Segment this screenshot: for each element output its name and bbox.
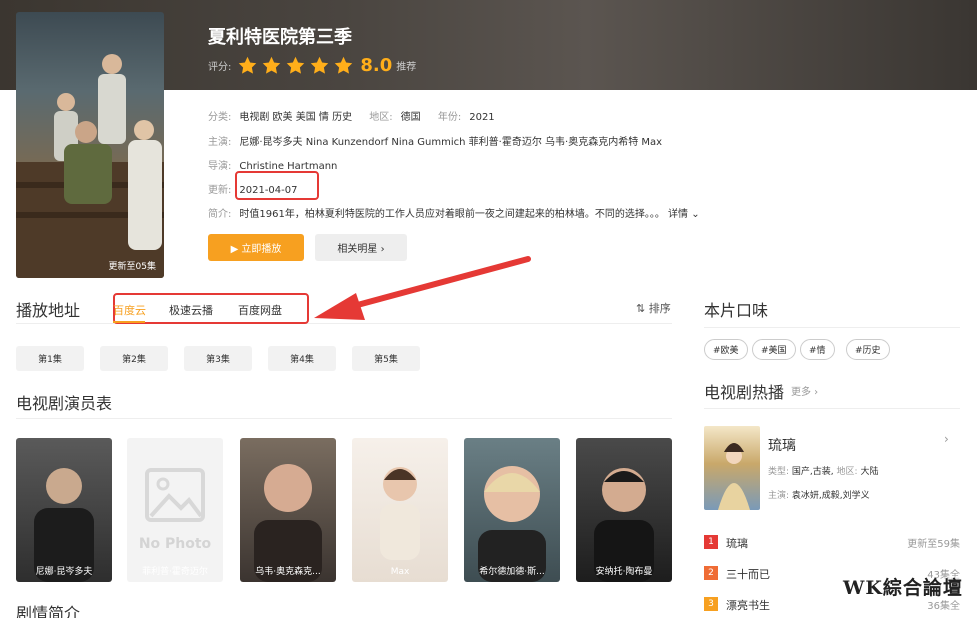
cast-value: 袁冰妍,成毅,刘学义 (791, 491, 870, 501)
cast-name: Max (390, 567, 410, 577)
tag-chip[interactable]: #欧美 (704, 339, 748, 360)
episode-button[interactable]: 第2集 (100, 346, 168, 371)
cast-photo (380, 467, 420, 560)
cast-name: 安纳托·陶布曼 (595, 567, 653, 577)
region-value: 大陆 (860, 467, 879, 477)
image-placeholder-icon (145, 468, 205, 522)
episode-button[interactable]: 第3集 (184, 346, 252, 371)
rank-title: 漂亮书生 (726, 599, 770, 612)
cast-name: 尼娜·昆岑多夫 (35, 567, 93, 577)
star-icon (239, 56, 257, 74)
year-label: 年份: (437, 112, 462, 123)
cast-photo (34, 468, 94, 582)
cast-label: 主演: (208, 137, 232, 148)
rank-number: 3 (704, 597, 718, 611)
taste-heading: 本片口味 (704, 301, 769, 320)
poster-figures (16, 54, 164, 278)
featured-photo (718, 443, 750, 510)
rank-item[interactable]: 1 琉璃 更新至59集 (704, 535, 960, 551)
star-icon (287, 56, 305, 74)
type-label: 类型: (768, 467, 790, 477)
meta-cast-row: 主演: 尼娜·昆岑多夫 Nina Kunzendorf Nina Gummich … (208, 133, 662, 148)
page-title: 夏利特医院第三季 (208, 27, 352, 48)
score: 8.0 (360, 55, 393, 76)
rank-title: 琉璃 (726, 537, 748, 550)
cast-card[interactable]: 安纳托·陶布曼 (576, 438, 672, 582)
more-link[interactable]: 更多 › (791, 383, 818, 398)
cast-label: 主演: (768, 491, 790, 501)
tag-chip[interactable]: #历史 (846, 339, 890, 360)
divider (704, 327, 960, 328)
featured-title[interactable]: 琉璃 (768, 435, 796, 455)
rank-number: 1 (704, 535, 718, 549)
intro-label: 简介: (208, 209, 232, 220)
update-label: 更新: (208, 185, 232, 196)
rating-row: 评分: 8.0 推荐 (208, 55, 416, 76)
divider (16, 418, 672, 419)
detail-link[interactable]: 详情 ⌄ (668, 209, 700, 220)
cast-value[interactable]: 尼娜·昆岑多夫 Nina Kunzendorf Nina Gummich 菲利普… (239, 137, 662, 148)
cast-card[interactable]: Max (352, 438, 448, 582)
category-label: 分类: (208, 112, 232, 123)
poster-badge: 更新至05集 (108, 262, 156, 272)
rank-title: 三十而已 (726, 568, 770, 581)
featured-cast-row: 主演: 袁冰妍,成毅,刘学义 (768, 488, 870, 501)
active-tab-underline (113, 321, 145, 323)
star-icon (311, 56, 329, 74)
region-label: 地区: (369, 112, 393, 123)
divider (704, 408, 960, 409)
meta-director-row: 导演: Christine Hartmann (208, 157, 337, 172)
rank-number: 2 (704, 566, 718, 580)
cast-card[interactable]: 乌韦·奥克森克... (240, 438, 336, 582)
synopsis-heading: 剧情简介 (16, 604, 81, 618)
region-value[interactable]: 德国 (401, 112, 421, 123)
featured-thumbnail[interactable] (704, 426, 760, 510)
episode-button[interactable]: 第4集 (268, 346, 336, 371)
cast-name: 希尔德加德·斯... (479, 567, 545, 577)
related-stars-button[interactable]: 相关明星 › (315, 234, 407, 261)
episode-button[interactable]: 第1集 (16, 346, 84, 371)
cast-name: 乌韦·奥克森克... (255, 567, 321, 577)
year-value[interactable]: 2021 (469, 112, 494, 123)
tab-baidu-pan[interactable]: 百度网盘 (238, 302, 282, 318)
director-label: 导演: (208, 161, 232, 172)
no-photo-label: No Photo (138, 536, 212, 552)
playback-heading: 播放地址 (16, 301, 81, 320)
hot-heading: 电视剧热播 (704, 383, 785, 402)
score-tag: 推荐 (396, 62, 417, 73)
meta-intro-row: 简介: 时值1961年，柏林夏利特医院的工作人员应对着眼前一夜之间建起来的柏林墙。… (208, 205, 700, 220)
episode-button[interactable]: 第5集 (352, 346, 420, 371)
update-highlight-box (235, 171, 319, 200)
meta-category-row: 分类: 电视剧 欧美 美国 情 历史 地区: 德国 年份: 2021 (208, 108, 495, 123)
star-icon (263, 56, 281, 74)
category-value[interactable]: 电视剧 欧美 美国 情 历史 (239, 112, 352, 123)
rating-label: 评分: (208, 62, 232, 73)
play-button[interactable]: ▶ 立即播放 (208, 234, 304, 261)
tab-baidu-cloud[interactable]: 百度云 (113, 302, 146, 318)
cast-name: 菲利普·霍奇迈尔 (142, 567, 208, 577)
sort-label: 排序 (648, 302, 671, 315)
cast-photo (254, 464, 322, 582)
cast-card[interactable]: 希尔德加德·斯... (464, 438, 560, 582)
cast-heading: 电视剧演员表 (16, 394, 113, 413)
type-value: 国产,古装, (791, 467, 834, 477)
featured-type-row: 类型: 国产,古装, 地区: 大陆 (768, 464, 878, 477)
star-icon (335, 56, 353, 74)
tag-chip[interactable]: #美国 (752, 339, 796, 360)
chevron-right-icon[interactable]: › (944, 432, 949, 446)
rank-update: 更新至59集 (907, 539, 960, 550)
tag-chip[interactable]: #情 (800, 339, 835, 360)
cast-card[interactable]: No Photo 菲利普·霍奇迈尔 (127, 438, 223, 582)
watermark: WK綜合論壇 (843, 577, 963, 599)
cast-photo (594, 468, 654, 582)
cast-photo (478, 466, 546, 582)
region-label: 地区: (836, 467, 858, 477)
intro-value: 时值1961年，柏林夏利特医院的工作人员应对着眼前一夜之间建起来的柏林墙。不同的… (239, 209, 665, 220)
sort-button[interactable]: ⇅ 排序 (636, 300, 671, 316)
sort-icon: ⇅ (636, 302, 649, 315)
tab-fast-cloud[interactable]: 极速云播 (169, 302, 213, 318)
cast-card[interactable]: 尼娜·昆岑多夫 (16, 438, 112, 582)
poster-image[interactable]: 更新至05集 (16, 12, 164, 278)
